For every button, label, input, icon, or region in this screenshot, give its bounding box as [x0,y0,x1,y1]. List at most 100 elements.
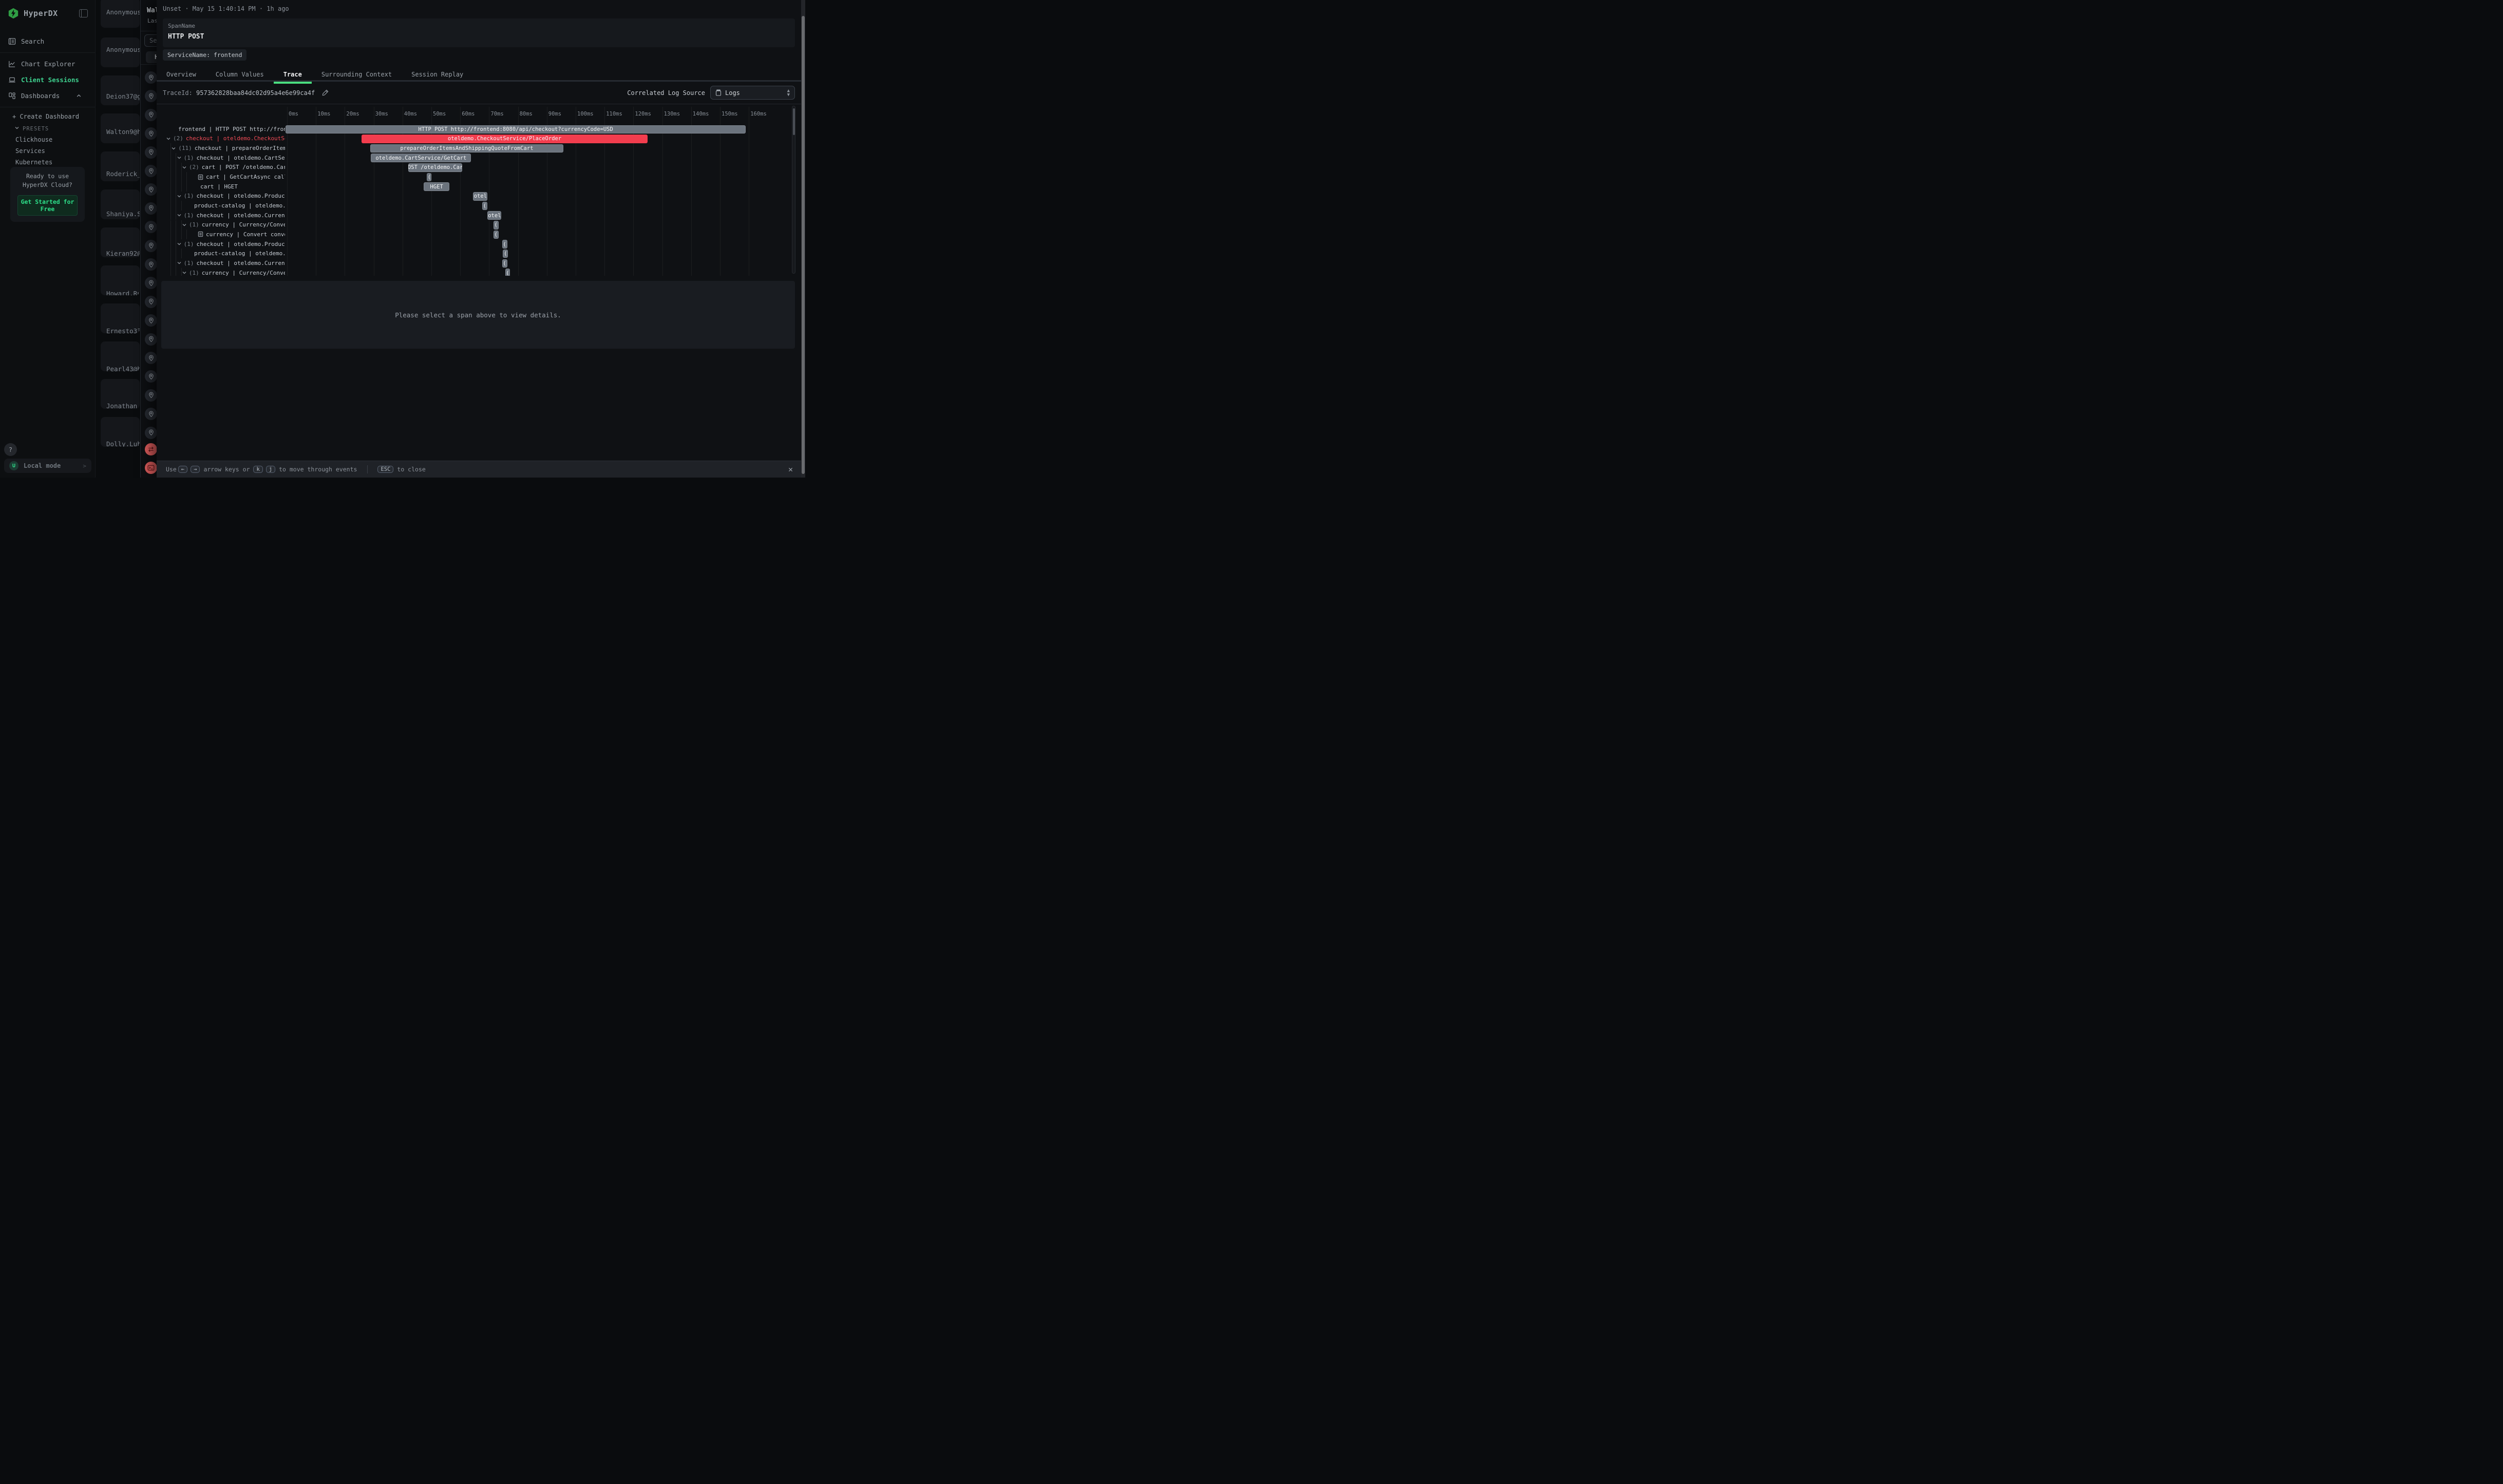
preset-kubernetes[interactable]: Kubernetes [0,157,95,168]
span-bar[interactable]: ( [494,221,499,230]
chevron-down-icon[interactable] [182,222,187,227]
location-pin-icon[interactable] [145,71,157,84]
create-dashboard-button[interactable]: + Create Dashboard [0,110,95,123]
span-bar[interactable]: POST /oteldemo.Cart [408,163,463,172]
session-card[interactable]: Howard.Run [101,265,140,295]
page-scrollbar[interactable] [801,0,805,478]
span-tree-row[interactable]: cart | HGET [157,182,285,192]
span-tree-row[interactable]: (1)checkout | oteldemo.CurrencySe… [157,211,285,220]
location-pin-icon[interactable] [145,183,157,196]
session-card[interactable]: Anonymous [101,0,140,28]
service-name-badge[interactable]: ServiceName: frontend [163,49,246,61]
span-tree-row[interactable]: product-catalog | oteldemo.Prod… [157,249,285,258]
location-pin-icon[interactable] [145,202,157,215]
span-tree-row[interactable]: (11)checkout | prepareOrderItemsAnd… [157,143,285,153]
terminal-icon[interactable] [145,462,157,474]
location-pin-icon[interactable] [145,277,157,289]
location-pin-icon[interactable] [145,427,157,439]
span-bar[interactable]: ( [505,269,510,276]
session-card[interactable]: Jonathan.B [101,379,140,409]
chevron-down-icon[interactable] [177,213,182,218]
session-card[interactable]: Dolly.Lub [101,417,140,447]
preset-clickhouse[interactable]: Clickhouse [0,134,95,145]
span-bar[interactable]: ( [502,259,507,268]
chevron-down-icon[interactable] [177,155,182,160]
session-card[interactable]: Walton9@ho [101,113,140,143]
tab-overview[interactable]: Overview [157,67,206,82]
location-pin-icon[interactable] [145,165,157,177]
session-card[interactable]: Deion37@gm [101,75,140,105]
search-input[interactable]: Sea [144,34,157,47]
span-tree-row[interactable]: frontend | HTTP POST http://frontend:… [157,124,285,134]
chevron-down-icon[interactable] [177,260,182,265]
span-tree-row[interactable]: (1)checkout | oteldemo.CartServic… [157,153,285,163]
sidebar-collapse-icon[interactable] [79,9,88,17]
span-tree-row[interactable]: product-catalog | oteldemo.Prod… [157,201,285,211]
span-tree-row[interactable]: (1)checkout | oteldemo.ProductCat… [157,239,285,249]
sidebar-item-client-sessions[interactable]: Client Sessions [0,72,95,88]
hyperdx-logo-icon[interactable] [8,8,19,19]
span-bar[interactable]: prepareOrderItemsAndShippingQuoteFromCar… [370,144,564,153]
location-pin-icon[interactable] [145,333,157,346]
location-pin-icon[interactable] [145,221,157,233]
sidebar-item-dashboards[interactable]: Dashboards [0,88,95,104]
log-source-select[interactable]: Logs ▲▼ [710,86,795,100]
session-card[interactable]: Anonymous [101,37,140,67]
span-bar[interactable]: HTTP POST http://frontend:8080/api/check… [286,125,746,134]
chevron-down-icon[interactable] [166,136,171,141]
highlighted-button[interactable]: H [146,51,157,63]
span-tree-row[interactable]: (1)currency | Currency/Convert [157,268,285,276]
waterfall-scrollbar-thumb[interactable] [793,108,795,135]
span-tree-row[interactable]: currency | Convert convers… [157,230,285,239]
sidebar-item-search[interactable]: Search [0,33,95,49]
span-bar[interactable]: ( [494,231,499,239]
location-pin-icon[interactable] [145,314,157,327]
tab-trace[interactable]: Trace [274,67,312,82]
logo-text[interactable]: HyperDX [24,9,79,18]
span-tree-row[interactable]: (2)checkout | oteldemo.CheckoutServic… [157,134,285,144]
session-card[interactable]: Kieran92@h [101,227,140,257]
span-tree-row[interactable]: (2)cart | POST /oteldemo.CartSe… [157,163,285,173]
location-pin-icon[interactable] [145,408,157,420]
span-bar[interactable]: ( [482,202,487,211]
session-card[interactable]: Shaniya.Sc [101,189,140,219]
span-tree-row[interactable]: (1)checkout | oteldemo.ProductCat… [157,192,285,201]
local-mode-button[interactable]: U Local mode > [4,459,91,473]
location-pin-icon[interactable] [145,109,157,121]
location-pin-icon[interactable] [145,240,157,252]
location-pin-icon[interactable] [145,258,157,271]
get-started-button[interactable]: Get Started for Free [17,195,78,216]
span-tree-row[interactable]: cart | GetCartAsync called… [157,172,285,182]
chevron-down-icon[interactable] [182,270,187,275]
span-tree-row[interactable]: (1)checkout | oteldemo.CurrencySe… [157,258,285,268]
waterfall-scrollbar[interactable] [792,106,795,274]
location-pin-icon[interactable] [145,90,157,102]
span-bar[interactable]: oteldemo.CartService/GetCart [371,154,471,162]
session-card[interactable]: Pearl43@ho [101,341,140,371]
location-pin-icon[interactable] [145,389,157,402]
tab-surrounding-context[interactable]: Surrounding Context [312,67,402,82]
location-pin-icon[interactable] [145,127,157,140]
tab-session-replay[interactable]: Session Replay [402,67,473,82]
chevron-down-icon[interactable] [171,146,176,151]
location-pin-icon[interactable] [145,370,157,383]
span-bar[interactable]: ( [427,173,431,182]
location-pin-icon[interactable] [145,146,157,159]
session-card[interactable]: Ernesto33@ [101,303,140,333]
page-scrollbar-thumb[interactable] [802,16,805,474]
span-bar[interactable]: HGET [424,182,449,191]
sidebar-item-chart-explorer[interactable]: Chart Explorer [0,56,95,72]
span-bar[interactable]: otel [487,211,501,220]
presets-toggle[interactable]: PRESETS [0,123,95,134]
span-bar[interactable]: ( [502,240,507,249]
edit-pencil-icon[interactable] [322,89,329,96]
span-tree-row[interactable]: (1)currency | Currency/Convert [157,220,285,230]
tab-column-values[interactable]: Column Values [206,67,274,82]
span-bar[interactable]: ( [503,250,508,258]
chevron-down-icon[interactable] [182,165,187,170]
close-icon[interactable]: ✕ [788,465,793,474]
session-card[interactable]: Roderick_S [101,151,140,181]
location-pin-icon[interactable] [145,352,157,364]
chevron-down-icon[interactable] [177,194,182,199]
chevron-down-icon[interactable] [177,241,182,246]
